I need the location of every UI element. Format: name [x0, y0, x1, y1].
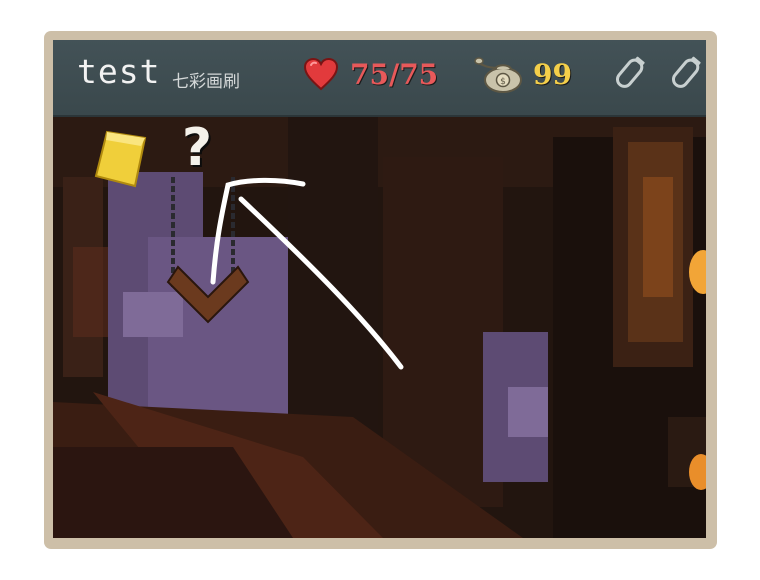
gold-value: 99 — [533, 58, 572, 91]
potion-slot-1-icon[interactable] — [609, 54, 649, 94]
hand-drawn-arrow — [210, 177, 404, 370]
map-scene: ? — [53, 117, 706, 538]
game-viewport: test 七彩画刷 75/75 $ 99 ? — [53, 40, 706, 538]
money-bag-icon[interactable]: $ — [473, 54, 525, 94]
top-bar: test 七彩画刷 75/75 $ 99 — [53, 40, 706, 117]
svg-text:$: $ — [500, 77, 506, 87]
player-title: 七彩画刷 — [172, 72, 240, 92]
heart-icon[interactable] — [303, 57, 339, 91]
potion-slot-2-icon[interactable] — [665, 54, 705, 94]
player-name: test — [77, 52, 161, 91]
hp-value: 75/75 — [350, 58, 439, 91]
